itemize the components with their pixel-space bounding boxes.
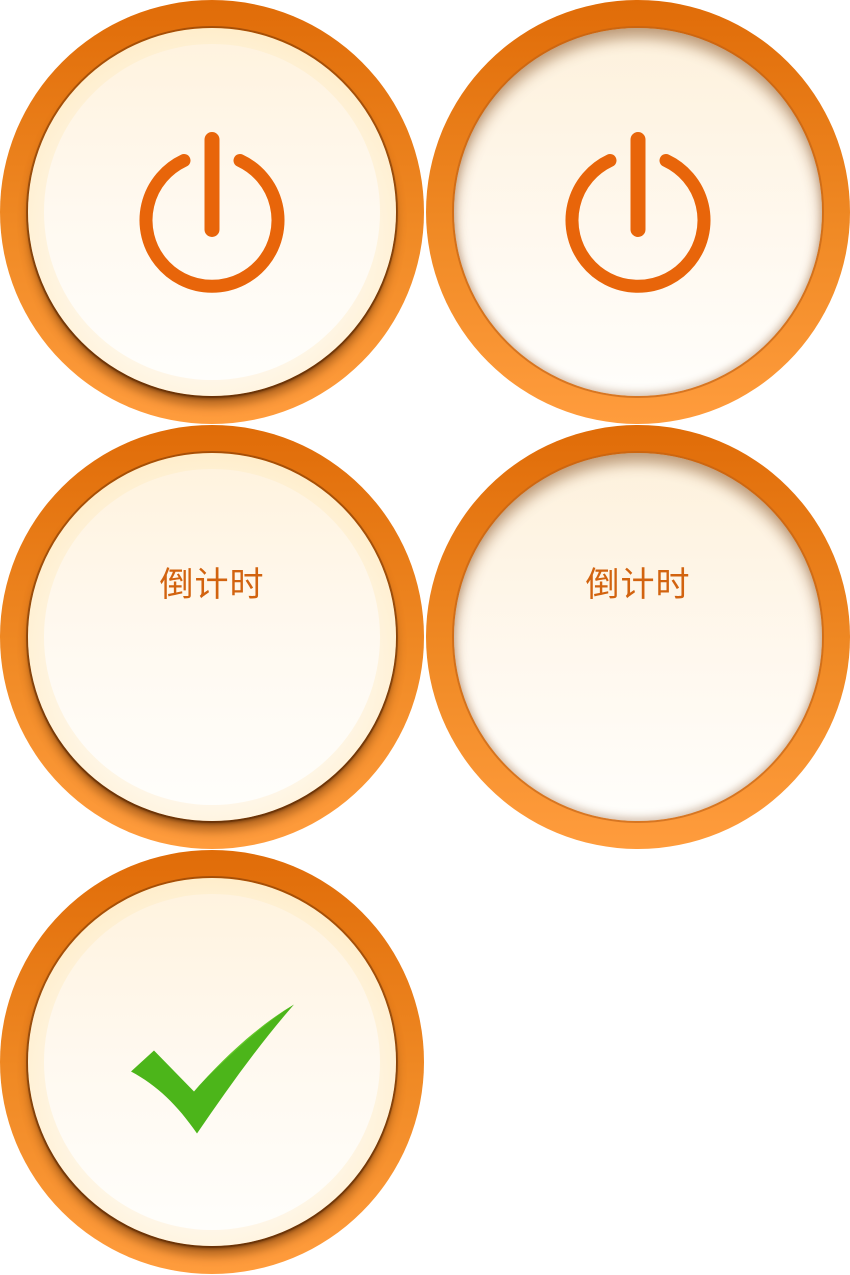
power-icon <box>565 132 711 293</box>
confirm-button-face <box>28 878 396 1246</box>
power-icon <box>139 132 285 293</box>
power-button-face <box>28 28 396 396</box>
countdown-button-pressed[interactable]: 倒计时 <box>426 425 850 849</box>
countdown-button-face: 倒计时 <box>28 453 396 821</box>
power-button-pressed[interactable] <box>426 0 850 424</box>
countdown-label: 倒计时 <box>585 565 691 605</box>
checkmark-icon <box>131 1004 294 1134</box>
countdown-label: 倒计时 <box>159 565 265 605</box>
power-button[interactable] <box>0 0 424 424</box>
confirm-button[interactable] <box>0 850 424 1274</box>
power-button-pressed-face <box>454 28 822 396</box>
countdown-button-pressed-face: 倒计时 <box>454 453 822 821</box>
countdown-button[interactable]: 倒计时 <box>0 425 424 849</box>
